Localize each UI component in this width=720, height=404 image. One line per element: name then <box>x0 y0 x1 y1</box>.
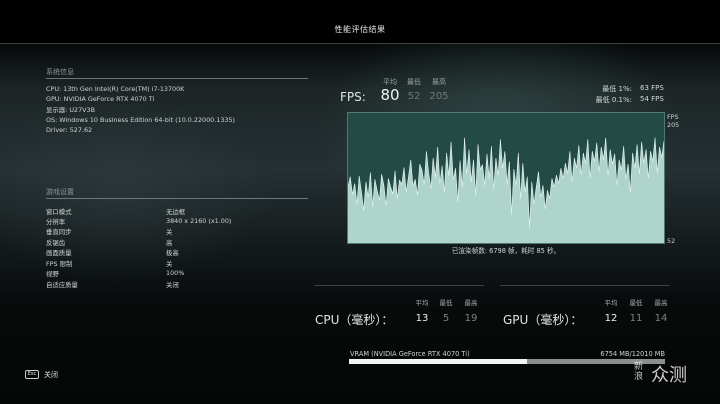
low01-value: 54 FPS <box>640 95 664 103</box>
gpu-avg-value: 12 <box>604 313 618 324</box>
vram-usage-fill <box>349 359 527 364</box>
setting-value: 关闭 <box>166 281 179 289</box>
low01-label: 最低 0.1%: <box>595 96 632 104</box>
sysinfo-cpu: CPU: 13th Gen Intel(R) Core(TM) i7-13700… <box>46 85 185 93</box>
chart-axis-unit: FPS <box>667 113 679 121</box>
game-settings-divider <box>46 198 308 199</box>
cpu-label: CPU（毫秒）： <box>315 313 394 327</box>
system-info-divider <box>46 78 308 79</box>
fps-max-value: 205 <box>429 91 449 102</box>
cpu-avg-header: 平均 <box>415 299 429 307</box>
watermark-text-small: 新浪 <box>634 362 644 382</box>
game-settings-heading: 游戏设置 <box>46 188 74 196</box>
sysinfo-gpu: GPU: NVIDIA GeForce RTX 4070 Ti <box>46 95 155 103</box>
chart-ymin-label: 52 <box>667 237 676 245</box>
sysinfo-os: OS: Windows 10 Business Edition 64-bit (… <box>46 116 236 124</box>
title-divider <box>0 43 720 44</box>
cpu-min-header: 最低 <box>439 299 453 307</box>
setting-value: 无边框 <box>166 208 186 216</box>
low1-value: 63 FPS <box>640 84 664 92</box>
fps-chart-svg <box>348 137 664 243</box>
setting-label: FPS 限制 <box>46 260 73 268</box>
fps-series-area <box>348 137 664 243</box>
setting-value: 高 <box>166 239 173 247</box>
setting-value: 100% <box>166 269 185 277</box>
low1-label: 最低 1%: <box>602 85 632 93</box>
rendered-frames-text: 已渲染帧数: 6798 帧，耗时 85 秒。 <box>451 247 561 255</box>
gpu-max-value: 14 <box>654 313 668 324</box>
cpu-divider <box>314 285 484 286</box>
setting-label: 垂直同步 <box>46 228 72 236</box>
setting-label: 画面质量 <box>46 249 72 257</box>
setting-label: 反锯齿 <box>46 239 66 247</box>
setting-label: 自适应质量 <box>46 281 78 289</box>
setting-value: 极高 <box>166 249 179 257</box>
setting-value: 关 <box>166 228 173 236</box>
vram-usage-bar <box>349 359 665 364</box>
gpu-min-value: 11 <box>629 313 643 324</box>
gpu-divider <box>500 285 670 286</box>
cpu-max-value: 19 <box>464 313 478 324</box>
setting-label: 窗口模式 <box>46 208 72 216</box>
chart-ymax-label: 205 <box>667 121 680 129</box>
close-button[interactable]: 关闭 <box>44 370 58 380</box>
setting-label: 视野 <box>46 270 59 278</box>
cpu-min-value: 5 <box>442 313 450 324</box>
sysinfo-driver: Driver: 527.62 <box>46 126 93 134</box>
top-bar <box>0 0 720 44</box>
setting-label: 分辨率 <box>46 218 66 226</box>
gpu-min-header: 最低 <box>629 299 643 307</box>
setting-value: 关 <box>166 260 173 268</box>
vram-label: VRAM (NVIDIA GeForce RTX 4070 Ti) <box>350 350 470 358</box>
gpu-max-header: 最高 <box>654 299 668 307</box>
cpu-max-header: 最高 <box>464 299 478 307</box>
watermark-text-large: 众测 <box>651 365 687 386</box>
fps-label: FPS: <box>340 90 366 104</box>
fps-max-header: 最高 <box>432 78 446 86</box>
cpu-avg-value: 13 <box>415 313 429 324</box>
sysinfo-monitor: 显示器: U27V3B <box>46 106 95 114</box>
gpu-avg-header: 平均 <box>604 299 618 307</box>
fps-chart <box>347 112 665 244</box>
page-title: 性能评估结果 <box>334 25 386 34</box>
system-info-heading: 系统信息 <box>46 68 74 76</box>
esc-key-icon[interactable]: Esc <box>25 370 39 379</box>
setting-value: 3840 x 2160 (x1.00) <box>166 217 232 225</box>
gpu-label: GPU（毫秒）： <box>503 313 583 327</box>
